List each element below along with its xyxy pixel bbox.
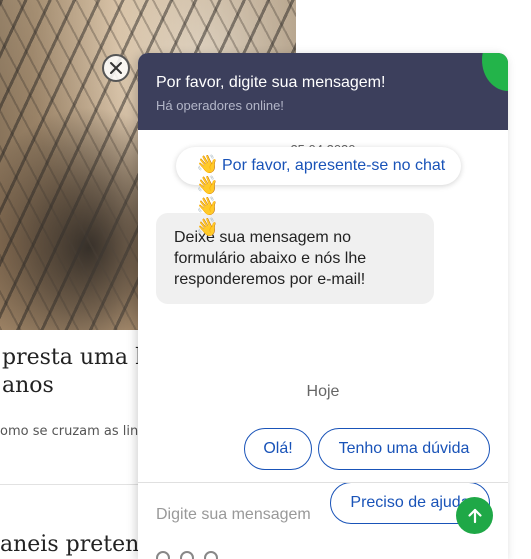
- arrow-up-icon: [467, 508, 482, 523]
- waving-hand-icon: 👋 👋 👋 👋: [196, 154, 218, 240]
- send-button[interactable]: [456, 497, 493, 534]
- introduce-yourself-button[interactable]: Por favor, apresente-se no chat: [176, 147, 462, 185]
- article-snippet: omo se cruzam as linh: [0, 424, 140, 439]
- article-divider: [0, 484, 140, 485]
- article-title-line-1: presta uma h: [2, 345, 150, 370]
- chat-widget: Por favor, digite sua mensagem! Há opera…: [138, 53, 508, 559]
- intro-prompt-label: Por favor, apresente-se no chat: [222, 157, 446, 174]
- article-title-line-2: anos: [2, 373, 54, 398]
- chat-header-title: Por favor, digite sua mensagem!: [156, 74, 386, 91]
- chat-header: Por favor, digite sua mensagem! Há opera…: [138, 53, 508, 130]
- close-icon: [110, 62, 122, 74]
- composer-tools: [156, 551, 218, 559]
- chat-messages: 25.04.2020 Por favor, apresente-se no ch…: [138, 130, 508, 524]
- quick-reply-ola[interactable]: Olá!: [244, 428, 312, 470]
- today-separator: Hoje: [306, 383, 340, 400]
- article-title[interactable]: presta uma h anos: [0, 344, 160, 400]
- message-composer: [138, 483, 508, 559]
- close-chat-button[interactable]: [102, 54, 130, 82]
- wave-emoji-2: 👋: [196, 175, 219, 195]
- message-input[interactable]: [156, 503, 436, 527]
- quick-reply-tenho-uma-duvida[interactable]: Tenho uma dúvida: [318, 428, 490, 470]
- chat-header-subtitle: Há operadores online!: [156, 98, 284, 113]
- wave-emoji-3: 👋: [196, 196, 219, 216]
- emoji-icon[interactable]: [156, 551, 170, 559]
- attach-icon[interactable]: [180, 551, 194, 559]
- wave-emoji-1: 👋: [196, 154, 219, 174]
- article-title-2[interactable]: aneis pretend: [0, 531, 140, 559]
- wave-emoji-4: 👋: [196, 217, 219, 237]
- rating-icon[interactable]: [204, 551, 218, 559]
